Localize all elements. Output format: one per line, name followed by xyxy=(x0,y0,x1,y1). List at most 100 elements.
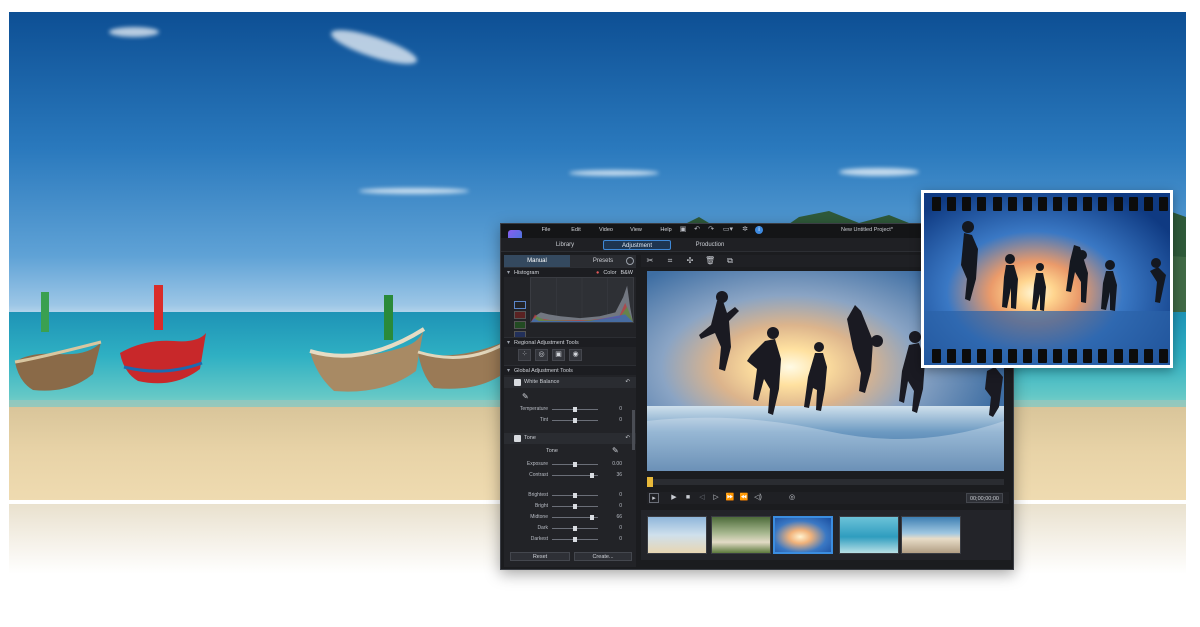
boat-1 xyxy=(14,292,102,391)
thumbnail[interactable] xyxy=(647,516,707,554)
slider-label: Temperature xyxy=(519,406,548,412)
delete-icon[interactable]: 🗑 xyxy=(705,256,715,266)
redo-icon[interactable]: ↷ xyxy=(707,226,715,234)
slider-contrast[interactable]: Contrast 36 xyxy=(504,471,632,480)
snapshot-icon[interactable]: ◎ xyxy=(787,493,797,503)
slider-label: Midtone xyxy=(530,514,548,520)
tone-header[interactable]: Tone ↶ xyxy=(504,433,636,444)
slider-handle[interactable] xyxy=(589,473,594,478)
slider-brightest[interactable]: Brightest 0 xyxy=(504,491,632,500)
tab-production[interactable]: Production xyxy=(685,240,735,250)
cloud xyxy=(839,168,919,176)
film-sprockets-bottom xyxy=(932,349,1168,363)
histogram-title: Histogram xyxy=(514,270,540,276)
global-tools-header[interactable]: Global Adjustment Tools xyxy=(504,365,636,376)
slider-value: 36 xyxy=(616,472,622,478)
white-balance-header[interactable]: White Balance ↶ xyxy=(504,377,636,388)
tone-title: Tone xyxy=(524,435,536,441)
slider-handle[interactable] xyxy=(573,418,577,423)
project-title: New Untitled Project* xyxy=(841,227,893,233)
straighten-icon[interactable]: ⌗ xyxy=(665,256,675,266)
menu-help[interactable]: Help xyxy=(651,227,681,233)
compare-icon[interactable]: ⧉ xyxy=(725,256,735,266)
menu-edit[interactable]: Edit xyxy=(561,227,591,233)
settings-icon[interactable]: ✲ xyxy=(741,226,749,234)
reset-wb-icon[interactable]: ↶ xyxy=(625,377,630,388)
brush-tool-icon[interactable]: ⁘ xyxy=(518,349,531,361)
slider-label: Bright xyxy=(534,503,548,509)
regional-tools-header[interactable]: Regional Adjustment Tools xyxy=(504,337,636,348)
tab-library[interactable]: Library xyxy=(545,240,585,250)
remove-icon[interactable]: ✣ xyxy=(685,256,695,266)
reset-tone-icon[interactable]: ↶ xyxy=(625,433,630,444)
tone-picker-icon[interactable]: ✎ xyxy=(612,446,619,455)
menu-view[interactable]: View xyxy=(621,227,651,233)
slider-darkest[interactable]: Darkest 0 xyxy=(504,535,632,544)
slider-midtone[interactable]: Midtone 66 xyxy=(504,513,632,522)
slider-label: Brightest xyxy=(528,492,548,498)
adjustment-panel: Manual Presets Histogram ● Color B&W xyxy=(504,255,636,567)
menu-file[interactable]: File xyxy=(531,227,561,233)
volume-icon[interactable]: ◁) xyxy=(753,493,763,503)
white-balance-title: White Balance xyxy=(524,379,560,385)
timeline-scrubber[interactable] xyxy=(647,477,1004,487)
slider-handle[interactable] xyxy=(573,493,577,498)
slider-bright[interactable]: Bright 0 xyxy=(504,502,632,511)
create-button[interactable]: Create... xyxy=(574,552,632,561)
menu-items: File Edit Video View Help xyxy=(531,227,681,233)
slider-handle[interactable] xyxy=(589,515,594,520)
rgb-channel-button[interactable] xyxy=(514,301,526,309)
history-icon[interactable] xyxy=(626,257,634,265)
green-channel-button[interactable] xyxy=(514,321,526,329)
slider-dark[interactable]: Dark 0 xyxy=(504,524,632,533)
slider-handle[interactable] xyxy=(573,526,577,531)
slider-handle[interactable] xyxy=(573,407,577,412)
spot-removal-icon[interactable]: ◉ xyxy=(569,349,582,361)
slider-temperature[interactable]: Temperature 0 xyxy=(504,405,632,414)
slider-handle[interactable] xyxy=(573,537,577,542)
playhead[interactable] xyxy=(647,477,653,487)
slider-exposure[interactable]: Exposure 0.00 xyxy=(504,460,632,469)
slider-label: Exposure xyxy=(526,461,548,467)
playback-controls: ▸ ▶ ■ ◁ ▷ ⏩ ⏪ ◁) ◎ 00;00;00;00 xyxy=(647,492,1009,504)
slider-handle[interactable] xyxy=(573,504,577,509)
boat-4 xyxy=(417,342,505,389)
panel-scrollbar[interactable] xyxy=(632,410,635,450)
slider-handle[interactable] xyxy=(573,462,577,467)
play-icon[interactable]: ▶ xyxy=(669,493,679,503)
slider-value: 0 xyxy=(619,406,622,412)
cloud xyxy=(328,23,420,71)
slider-value: 0 xyxy=(619,525,622,531)
graduated-filter-icon[interactable]: ▣ xyxy=(552,349,565,361)
tab-adjustment[interactable]: Adjustment xyxy=(603,240,671,250)
thumbnail-selected[interactable] xyxy=(773,516,833,554)
save-icon[interactable]: ▣ xyxy=(679,226,687,234)
menu-video[interactable]: Video xyxy=(591,227,621,233)
aspect-ratio-icon[interactable]: ▭▾ xyxy=(721,226,735,234)
slider-tint[interactable]: Tint 0 xyxy=(504,416,632,425)
tab-manual[interactable]: Manual xyxy=(504,255,570,267)
crop-icon[interactable]: ✂ xyxy=(645,256,655,266)
info-icon[interactable]: i xyxy=(755,226,763,234)
slider-label: Dark xyxy=(537,525,548,531)
histogram-header[interactable]: Histogram ● Color B&W xyxy=(504,267,636,278)
preview-mode-icon[interactable]: ▸ xyxy=(649,493,659,503)
thumbnail[interactable] xyxy=(901,516,961,554)
thumbnail[interactable] xyxy=(711,516,771,554)
stop-icon[interactable]: ■ xyxy=(683,493,693,503)
next-frame-icon[interactable]: ▷ xyxy=(711,493,721,503)
prev-frame-icon[interactable]: ◁ xyxy=(697,493,707,503)
undo-icon[interactable]: ↶ xyxy=(693,226,701,234)
title-tool-icons: ▣ ↶ ↷ ▭▾ ✲ i xyxy=(679,226,763,234)
tone-checkbox[interactable] xyxy=(514,435,521,442)
thumbnail[interactable] xyxy=(839,516,899,554)
film-sprockets-top xyxy=(932,197,1168,211)
slider-label: Darkest xyxy=(530,536,548,542)
fast-forward-icon[interactable]: ⏩ xyxy=(725,493,735,503)
reset-button[interactable]: Reset xyxy=(510,552,570,561)
white-balance-checkbox[interactable] xyxy=(514,379,521,386)
red-channel-button[interactable] xyxy=(514,311,526,319)
rewind-icon[interactable]: ⏪ xyxy=(739,493,749,503)
radial-filter-icon[interactable]: ◎ xyxy=(535,349,548,361)
eyedropper-icon[interactable]: ✎ xyxy=(522,392,529,401)
